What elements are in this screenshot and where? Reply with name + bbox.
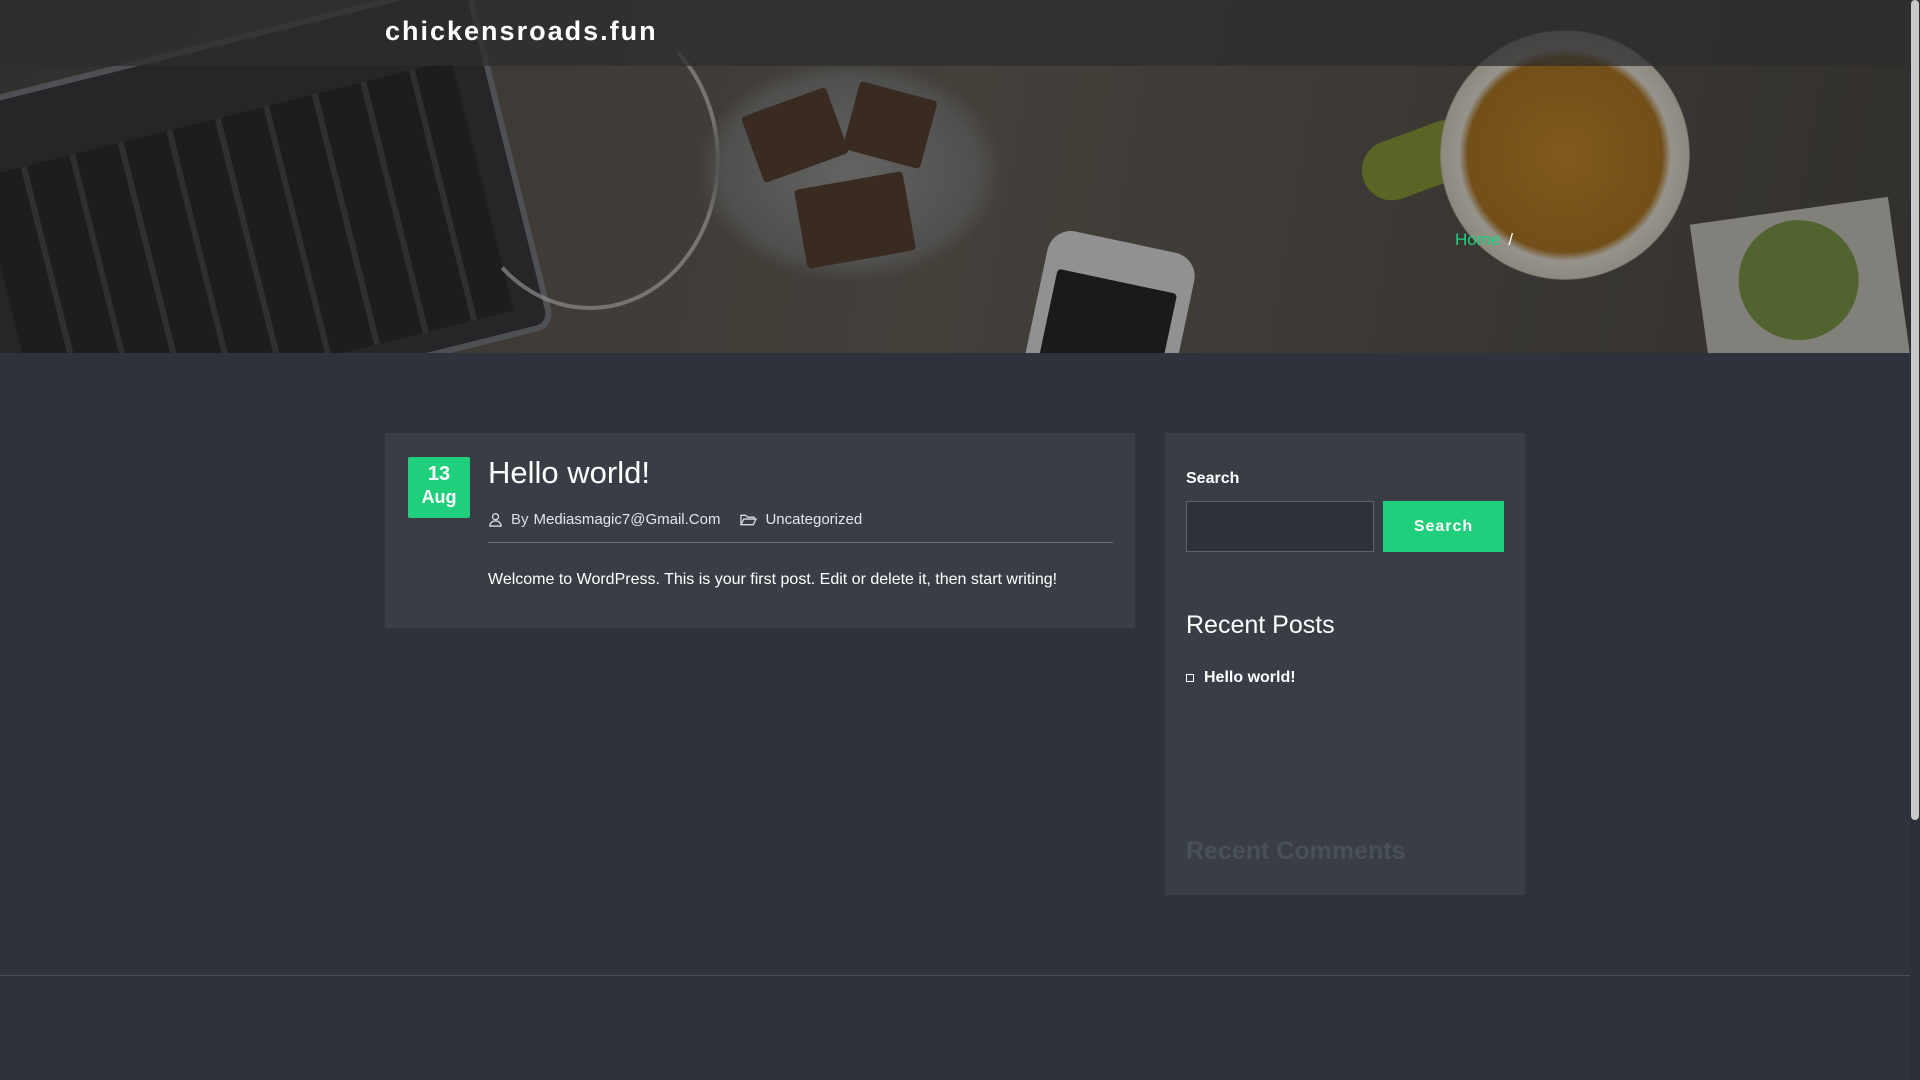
post-category-meta: Uncategorized xyxy=(740,511,862,528)
post-excerpt: Welcome to WordPress. This is your first… xyxy=(488,571,1058,588)
folder-open-icon xyxy=(740,514,758,525)
footer-divider xyxy=(0,975,1910,976)
breadcrumb-separator: / xyxy=(1508,230,1514,249)
scrollbar-thumb[interactable] xyxy=(1911,0,1919,820)
post-category-link[interactable]: Uncategorized xyxy=(765,511,862,528)
post-author-link[interactable]: Mediasmagic7@Gmail.Com xyxy=(534,511,721,528)
recent-comments-title: Recent Comments xyxy=(1186,837,1406,865)
post-date-day: 13 xyxy=(427,463,451,485)
search-input[interactable] xyxy=(1186,501,1374,552)
breadcrumb-home-link[interactable]: Home xyxy=(1455,230,1500,249)
post-author-prefix: By xyxy=(511,511,529,528)
recent-posts-list: Hello world! xyxy=(1186,669,1296,687)
post-card: 13 Aug Hello world! By Mediasmagic7@Gmai… xyxy=(385,433,1135,628)
square-bullet-icon xyxy=(1186,674,1194,682)
post-title[interactable]: Hello world! xyxy=(488,455,650,491)
recent-posts-title: Recent Posts xyxy=(1186,611,1335,639)
post-author-meta: By Mediasmagic7@Gmail.Com xyxy=(488,511,720,528)
search-button[interactable]: Search xyxy=(1383,501,1504,552)
post-date-badge: 13 Aug xyxy=(408,457,470,518)
site-title[interactable]: chickensroads.fun xyxy=(385,16,658,47)
list-item: Hello world! xyxy=(1186,669,1296,687)
post-date-month: Aug xyxy=(421,487,457,507)
top-navigation-bar: chickensroads.fun xyxy=(0,0,1910,66)
sidebar: Search Search Recent Posts Hello world! … xyxy=(1165,433,1525,895)
post-meta: By Mediasmagic7@Gmail.Com Uncategorized xyxy=(488,511,1113,543)
recent-post-link[interactable]: Hello world! xyxy=(1204,669,1296,687)
user-icon xyxy=(489,513,502,527)
search-widget-label: Search xyxy=(1186,470,1240,487)
breadcrumb: Home / xyxy=(1455,230,1513,250)
